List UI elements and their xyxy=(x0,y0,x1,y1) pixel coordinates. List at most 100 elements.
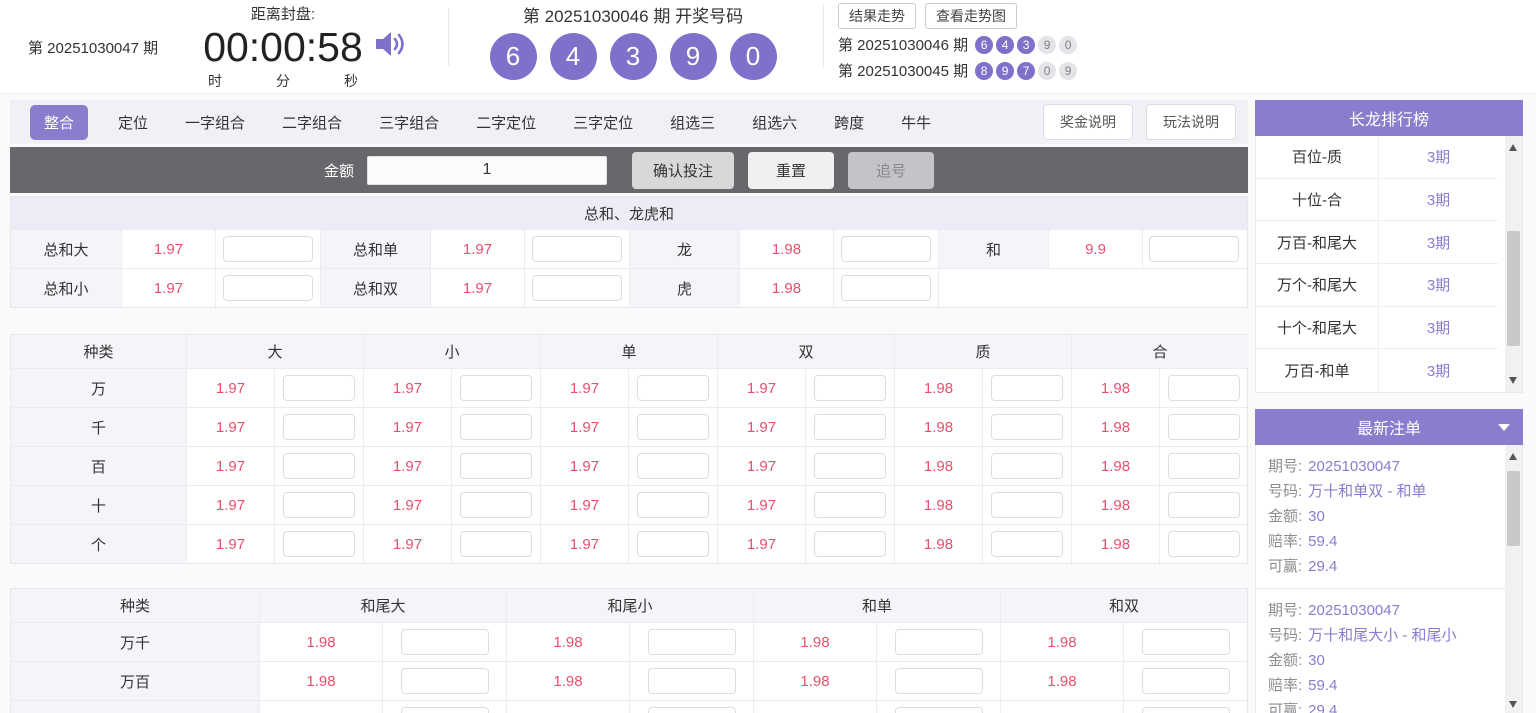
bet-amount-input[interactable] xyxy=(1168,414,1240,440)
header-divider xyxy=(448,8,449,66)
odds-value: 1.97 xyxy=(363,525,451,563)
bet-amount-input[interactable] xyxy=(532,236,622,262)
tab-zuxuan-liu[interactable]: 组选六 xyxy=(752,112,797,133)
bet-amount-input[interactable] xyxy=(637,492,709,518)
scroll-down-icon[interactable] xyxy=(1509,377,1517,384)
tab-erzi-dingwei[interactable]: 二字定位 xyxy=(476,112,536,133)
bet-amount-input[interactable] xyxy=(460,453,532,479)
bet-amount-input[interactable] xyxy=(991,375,1063,401)
bet-amount-input[interactable] xyxy=(1168,492,1240,518)
bet-amount-input[interactable] xyxy=(460,414,532,440)
draw-ball: 4 xyxy=(549,33,597,80)
bet-amount-input[interactable] xyxy=(637,414,709,440)
tab-sanzi-dingwei[interactable]: 三字定位 xyxy=(573,112,633,133)
bet-amount-input[interactable] xyxy=(894,707,983,713)
bet-amount-input[interactable] xyxy=(991,453,1063,479)
order-win-value: 29.4 xyxy=(1308,702,1338,713)
tab-niuniu[interactable]: 牛牛 xyxy=(901,112,931,133)
tab-zhenghe[interactable]: 整合 xyxy=(30,104,89,140)
bet-amount-input[interactable] xyxy=(460,375,532,401)
scroll-thumb[interactable] xyxy=(1507,231,1520,346)
odds-value: 1.97 xyxy=(717,525,805,563)
bet-amount-input[interactable] xyxy=(1141,707,1230,713)
result-trend-button[interactable]: 结果走势 xyxy=(838,3,916,29)
streak-row[interactable]: 万百-和单 3期 xyxy=(1256,349,1498,392)
tab-kuadu[interactable]: 跨度 xyxy=(834,112,864,133)
bet-amount-input[interactable] xyxy=(1168,453,1240,479)
order-odds-label: 赔率: xyxy=(1268,533,1303,550)
bet-amount-input[interactable] xyxy=(1141,629,1230,655)
bet-amount-input[interactable] xyxy=(400,668,489,694)
speaker-icon[interactable] xyxy=(374,29,408,64)
bet-amount-input[interactable] xyxy=(814,414,886,440)
tab-yizi-zuhe[interactable]: 一字组合 xyxy=(185,112,245,133)
bet-amount-input[interactable] xyxy=(223,236,313,262)
reset-button[interactable]: 重置 xyxy=(748,151,835,189)
bet-amount-input[interactable] xyxy=(400,629,489,655)
odds-value: 1.98 xyxy=(1000,701,1123,713)
bet-amount-input[interactable] xyxy=(647,707,736,713)
history-ball: 8 xyxy=(975,61,994,80)
bet-amount-input[interactable] xyxy=(814,531,886,557)
bet-amount-input[interactable] xyxy=(283,531,355,557)
view-trend-chart-button[interactable]: 查看走势图 xyxy=(925,3,1017,29)
amount-input[interactable] xyxy=(366,155,607,185)
bet-amount-input[interactable] xyxy=(814,453,886,479)
streak-row[interactable]: 百位-质 3期 xyxy=(1256,136,1498,179)
bet-amount-input[interactable] xyxy=(814,375,886,401)
streak-row[interactable]: 万百-和尾大 3期 xyxy=(1256,221,1498,264)
scroll-up-icon[interactable] xyxy=(1509,453,1517,460)
scroll-thumb[interactable] xyxy=(1507,471,1520,546)
bet-amount-input[interactable] xyxy=(647,629,736,655)
odds-value: 1.98 xyxy=(894,486,982,524)
bet-amount-input[interactable] xyxy=(1168,531,1240,557)
odds-value: 1.98 xyxy=(506,701,629,713)
bet-amount-input[interactable] xyxy=(283,453,355,479)
bet-amount-input[interactable] xyxy=(841,236,931,262)
bet-amount-input[interactable] xyxy=(637,453,709,479)
bet-option-label: 总和大 xyxy=(11,230,121,268)
bet-amount-input[interactable] xyxy=(1149,236,1239,262)
bet-amount-input[interactable] xyxy=(814,492,886,518)
tab-sanzi-zuhe[interactable]: 三字组合 xyxy=(379,112,439,133)
odds-value: 1.98 xyxy=(753,623,876,661)
streak-row[interactable]: 十个-和尾大 3期 xyxy=(1256,306,1498,350)
bet-amount-input[interactable] xyxy=(460,492,532,518)
streak-row[interactable]: 万个-和尾大 3期 xyxy=(1256,264,1498,307)
order-period-label: 期号: xyxy=(1268,458,1303,475)
bet-amount-input[interactable] xyxy=(223,275,313,301)
bet-amount-input[interactable] xyxy=(991,531,1063,557)
prize-info-button[interactable]: 奖金说明 xyxy=(1043,104,1133,140)
scroll-down-icon[interactable] xyxy=(1509,701,1517,708)
table-row: 万百 1.98 1.98 1.98 1.98 xyxy=(11,661,1247,700)
chase-number-button[interactable]: 追号 xyxy=(848,151,935,189)
bet-amount-input[interactable] xyxy=(894,629,983,655)
bet-amount-input[interactable] xyxy=(894,668,983,694)
bet-amount-input[interactable] xyxy=(647,668,736,694)
bet-amount-input[interactable] xyxy=(991,492,1063,518)
scroll-up-icon[interactable] xyxy=(1509,144,1517,151)
rules-info-button[interactable]: 玩法说明 xyxy=(1146,104,1236,140)
confirm-bet-button[interactable]: 确认投注 xyxy=(631,151,734,189)
tab-erzi-zuhe[interactable]: 二字组合 xyxy=(282,112,342,133)
bet-amount-input[interactable] xyxy=(637,375,709,401)
scrollbar[interactable] xyxy=(1505,136,1522,392)
odds-value: 1.98 xyxy=(894,447,982,485)
bet-amount-input[interactable] xyxy=(991,414,1063,440)
bet-amount-input[interactable] xyxy=(283,375,355,401)
bet-amount-input[interactable] xyxy=(283,414,355,440)
scrollbar[interactable] xyxy=(1505,445,1522,713)
bet-amount-input[interactable] xyxy=(1168,375,1240,401)
bet-amount-input[interactable] xyxy=(460,531,532,557)
bet-amount-input[interactable] xyxy=(283,492,355,518)
bet-amount-input[interactable] xyxy=(532,275,622,301)
bet-amount-input[interactable] xyxy=(1141,668,1230,694)
streak-row[interactable]: 十位-合 3期 xyxy=(1256,178,1498,222)
bet-amount-input[interactable] xyxy=(400,707,489,713)
tab-dingwei[interactable]: 定位 xyxy=(118,112,148,133)
tab-zuxuan-san[interactable]: 组选三 xyxy=(670,112,715,133)
bet-amount-input[interactable] xyxy=(637,531,709,557)
bet-amount-input[interactable] xyxy=(841,275,931,301)
chevron-down-icon[interactable] xyxy=(1498,424,1510,431)
odds-value: 1.98 xyxy=(506,623,629,661)
